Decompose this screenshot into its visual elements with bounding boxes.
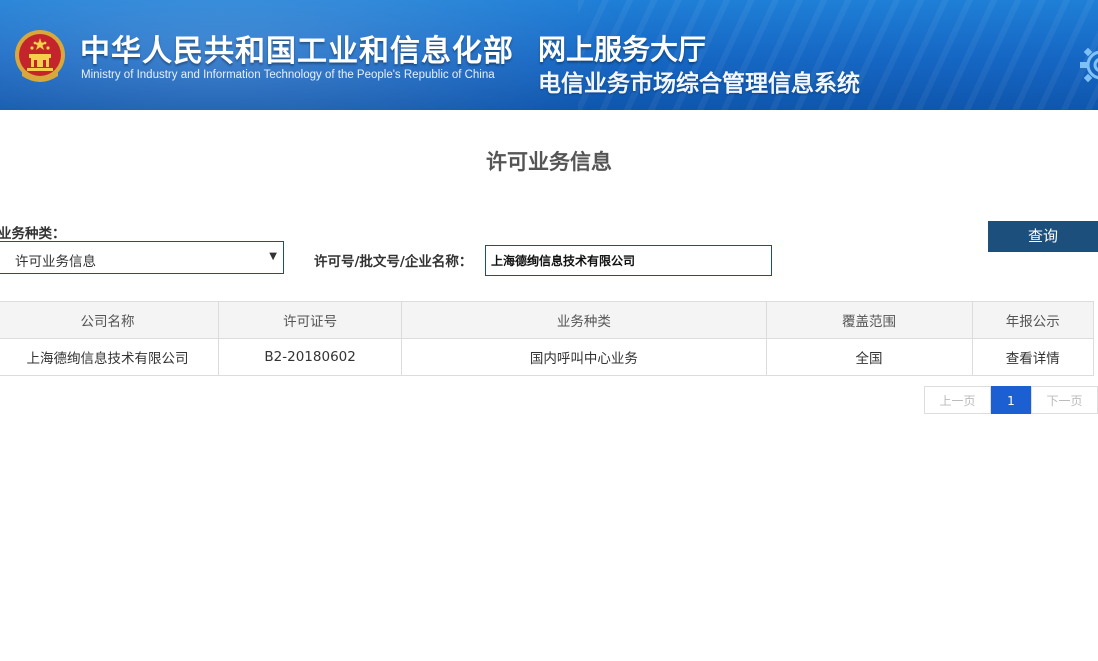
col-annual-report: 年报公示 — [971, 301, 1095, 339]
view-details-link[interactable]: 查看详情 — [971, 338, 1095, 376]
col-business-type: 业务种类 — [401, 301, 767, 339]
cell-business-type: 国内呼叫中心业务 — [401, 338, 767, 376]
service-hall-title: 网上服务大厅 — [538, 33, 707, 66]
table-row: 上海德绚信息技术有限公司 B2-20180602 国内呼叫中心业务 全国 查看详… — [0, 338, 1095, 376]
query-button[interactable]: 查询 — [988, 221, 1098, 252]
license-search-input[interactable] — [485, 245, 772, 276]
prev-page-button[interactable]: 上一页 — [924, 386, 991, 414]
next-page-button[interactable]: 下一页 — [1031, 386, 1098, 414]
page-title: 许可业务信息 — [486, 150, 612, 174]
cell-company-name: 上海德绚信息技术有限公司 — [0, 338, 219, 376]
national-emblem-icon — [15, 30, 65, 82]
current-page[interactable]: 1 — [991, 386, 1031, 414]
cell-coverage: 全国 — [765, 338, 973, 376]
license-search-label: 许可号/批文号/企业名称： — [314, 254, 473, 270]
pagination: 上一页 1 下一页 — [924, 386, 1098, 414]
header-banner: 中华人民共和国工业和信息化部 Ministry of Industry and … — [0, 0, 1098, 110]
business-type-selected: 许可业务信息 — [15, 254, 96, 270]
ministry-title-en: Ministry of Industry and Information Tec… — [81, 69, 495, 81]
business-type-label: 业务种类： — [0, 226, 66, 242]
gear-icon — [1080, 47, 1098, 83]
system-name: 电信业务市场综合管理信息系统 — [538, 71, 860, 97]
col-coverage: 覆盖范围 — [765, 301, 973, 339]
ministry-title-cn: 中华人民共和国工业和信息化部 — [80, 34, 514, 69]
results-table: 公司名称 许可证号 业务种类 覆盖范围 年报公示 上海德绚信息技术有限公司 B2… — [0, 301, 1095, 376]
col-license-no: 许可证号 — [217, 301, 403, 339]
dropdown-arrow-icon: ▼ — [269, 251, 277, 262]
col-company-name: 公司名称 — [0, 301, 219, 339]
cell-license-no: B2-20180602 — [217, 338, 403, 376]
table-header-row: 公司名称 许可证号 业务种类 覆盖范围 年报公示 — [0, 301, 1095, 339]
business-type-select[interactable]: 许可业务信息 ▼ — [0, 241, 284, 274]
